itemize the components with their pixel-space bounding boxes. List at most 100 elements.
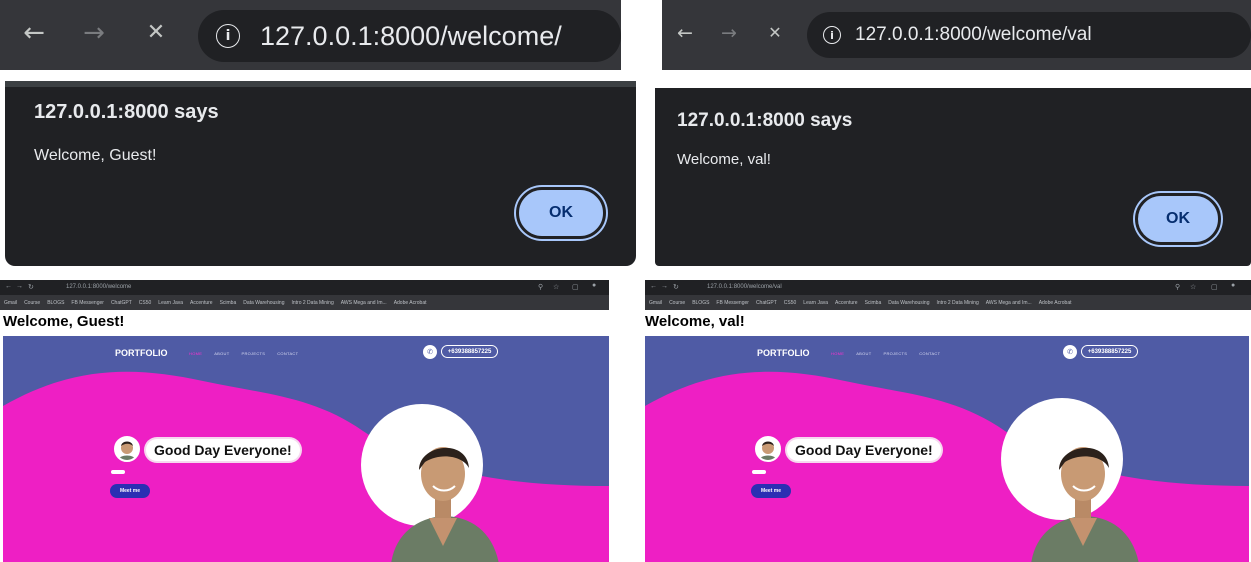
greeting-bubble: Good Day Everyone!: [146, 439, 300, 461]
meet-me-button[interactable]: Meet me: [751, 484, 791, 498]
forward-icon[interactable]: →: [718, 22, 740, 44]
bookmarks-bar: Gmail Course BLOGS FB Messenger ChatGPT …: [645, 295, 1251, 310]
extensions-icon[interactable]: ▢: [1211, 283, 1218, 291]
site-brand[interactable]: PORTFOLIO: [757, 348, 810, 358]
bookmark[interactable]: CS50: [784, 300, 797, 306]
bookmark[interactable]: Scimba: [220, 300, 237, 306]
bookmark[interactable]: Intro 2 Data Mining: [291, 300, 333, 306]
bookmark[interactable]: Data Warehousing: [888, 300, 929, 306]
address-bar: ← → ✕ i 127.0.0.1:8000/welcome/: [0, 0, 621, 70]
meet-me-button[interactable]: Meet me: [110, 484, 150, 498]
bookmark[interactable]: Course: [669, 300, 685, 306]
menu-item-home[interactable]: HOME: [831, 351, 844, 356]
bookmark[interactable]: ChatGPT: [111, 300, 132, 306]
close-icon[interactable]: ✕: [764, 23, 786, 42]
profile-photo: [1031, 447, 1139, 562]
greeting-underline: [752, 470, 766, 474]
bookmark[interactable]: Learn Java: [158, 300, 183, 306]
menu-item-contact[interactable]: CONTACT: [919, 351, 940, 356]
left-panel: ← → ✕ i 127.0.0.1:8000/welcome/ 127.0.0.…: [0, 0, 640, 562]
phone-icon[interactable]: ✆: [423, 345, 437, 359]
greeting-avatar: [114, 436, 140, 462]
dialog-title: 127.0.0.1:8000 says: [34, 101, 219, 123]
star-icon[interactable]: ☆: [553, 283, 559, 291]
url-text[interactable]: 127.0.0.1:8000/welcome/: [260, 21, 562, 52]
star-icon[interactable]: ☆: [1190, 283, 1196, 291]
bookmarks-bar: Gmail Course BLOGS FB Messenger ChatGPT …: [0, 295, 609, 310]
bookmark[interactable]: CS50: [139, 300, 152, 306]
back-icon[interactable]: ←: [674, 22, 696, 44]
reload-icon[interactable]: ↻: [673, 283, 679, 291]
profile-photo: [391, 447, 499, 562]
dialog-message: Welcome, val!: [677, 151, 771, 168]
menu-item-home[interactable]: HOME: [189, 351, 202, 356]
greeting-underline: [111, 470, 125, 474]
bookmark[interactable]: AWS Mega and Im...: [341, 300, 387, 306]
bookmark[interactable]: ChatGPT: [756, 300, 777, 306]
right-panel: ← → ✕ i 127.0.0.1:8000/welcome/val 127.0…: [642, 0, 1251, 562]
back-icon[interactable]: ←: [20, 18, 48, 48]
bookmark[interactable]: Accenture: [835, 300, 858, 306]
browser-toolbar: ← → ↻ 127.0.0.1:8000/welcome/val ⚲ ☆ ▢ ●: [645, 280, 1251, 295]
hero-wave: [645, 371, 1249, 562]
url-text[interactable]: 127.0.0.1:8000/welcome: [66, 284, 131, 290]
bookmark[interactable]: Scimba: [865, 300, 882, 306]
phone-icon[interactable]: ✆: [1063, 345, 1077, 359]
browser-toolbar: ← → ↻ 127.0.0.1:8000/welcome ⚲ ☆ ▢ ●: [0, 280, 609, 295]
bookmark[interactable]: FB Messenger: [71, 300, 104, 306]
bookmark[interactable]: Accenture: [190, 300, 213, 306]
info-icon[interactable]: i: [823, 26, 841, 44]
bookmark[interactable]: Adobe Acrobat: [394, 300, 427, 306]
bookmark[interactable]: Data Warehousing: [243, 300, 284, 306]
bookmark[interactable]: Learn Java: [803, 300, 828, 306]
forward-icon[interactable]: →: [661, 283, 668, 290]
bookmark[interactable]: AWS Mega and Im...: [986, 300, 1032, 306]
address-bar: ← → ✕ i 127.0.0.1:8000/welcome/val: [662, 0, 1251, 70]
phone-number[interactable]: +639388857225: [441, 345, 498, 358]
dialog-message: Welcome, Guest!: [34, 147, 157, 164]
url-text[interactable]: 127.0.0.1:8000/welcome/val: [855, 24, 1092, 46]
dialog-title: 127.0.0.1:8000 says: [677, 110, 853, 131]
page-heading: Welcome, Guest!: [3, 313, 125, 330]
back-icon[interactable]: ←: [5, 283, 12, 290]
menu-item-about[interactable]: ABOUT: [214, 351, 229, 356]
menu-item-about[interactable]: ABOUT: [856, 351, 871, 356]
menu-item-projects[interactable]: PROJECTS: [883, 351, 907, 356]
omnibox[interactable]: i 127.0.0.1:8000/welcome/val: [807, 12, 1251, 58]
menu-item-projects[interactable]: PROJECTS: [241, 351, 265, 356]
bookmark[interactable]: Course: [24, 300, 40, 306]
bookmark[interactable]: FB Messenger: [716, 300, 749, 306]
ok-button[interactable]: OK: [1135, 193, 1221, 245]
alert-dialog: 127.0.0.1:8000 says Welcome, val! OK: [655, 88, 1251, 266]
bookmark[interactable]: Intro 2 Data Mining: [936, 300, 978, 306]
bookmark[interactable]: BLOGS: [692, 300, 709, 306]
bookmark[interactable]: Gmail: [649, 300, 662, 306]
omnibox[interactable]: i 127.0.0.1:8000/welcome/: [198, 10, 621, 62]
ok-button[interactable]: OK: [516, 187, 606, 239]
url-text[interactable]: 127.0.0.1:8000/welcome/val: [707, 284, 782, 290]
profile-icon[interactable]: ●: [592, 282, 596, 289]
bookmark[interactable]: BLOGS: [47, 300, 64, 306]
info-icon[interactable]: i: [216, 24, 240, 48]
search-icon[interactable]: ⚲: [538, 283, 543, 291]
forward-icon[interactable]: →: [80, 18, 108, 48]
site-brand[interactable]: PORTFOLIO: [115, 348, 168, 358]
site-menu: HOME ABOUT PROJECTS CONTACT: [831, 351, 940, 356]
site-menu: HOME ABOUT PROJECTS CONTACT: [189, 351, 298, 356]
extensions-icon[interactable]: ▢: [572, 283, 579, 291]
phone-number[interactable]: +639388857225: [1081, 345, 1138, 358]
alert-dialog: 127.0.0.1:8000 says Welcome, Guest! OK: [5, 81, 636, 266]
greeting-avatar: [755, 436, 781, 462]
greeting-bubble: Good Day Everyone!: [787, 439, 941, 461]
profile-icon[interactable]: ●: [1231, 282, 1235, 289]
forward-icon[interactable]: →: [16, 283, 23, 290]
hero-wave: [3, 371, 609, 562]
page-heading: Welcome, val!: [645, 313, 745, 330]
bookmark[interactable]: Adobe Acrobat: [1039, 300, 1072, 306]
close-icon[interactable]: ✕: [142, 20, 170, 45]
reload-icon[interactable]: ↻: [28, 283, 34, 291]
bookmark[interactable]: Gmail: [4, 300, 17, 306]
search-icon[interactable]: ⚲: [1175, 283, 1180, 291]
back-icon[interactable]: ←: [650, 283, 657, 290]
menu-item-contact[interactable]: CONTACT: [277, 351, 298, 356]
